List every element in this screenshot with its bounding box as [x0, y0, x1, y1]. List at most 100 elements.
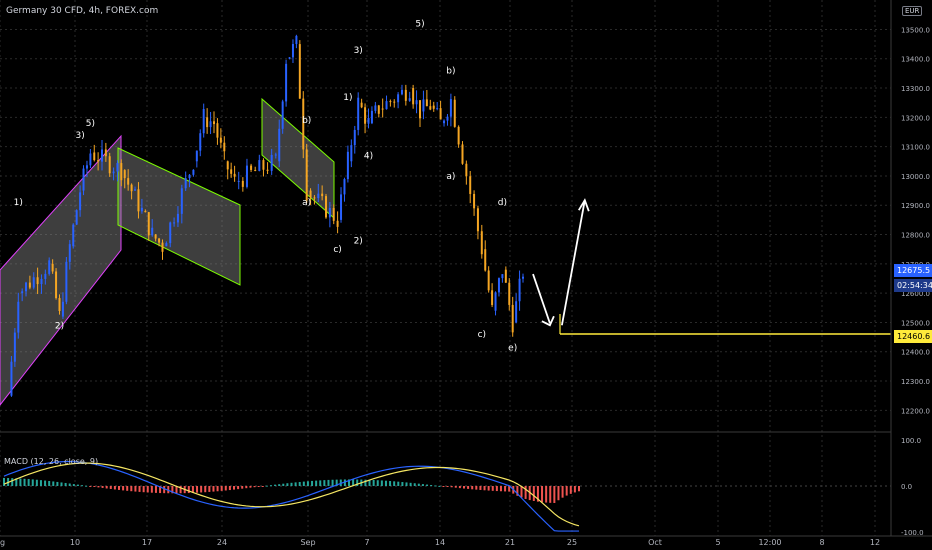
y-tick-label: 13200.0	[901, 114, 930, 122]
macd-indicator-title[interactable]: MACD (12, 26, close, 9)	[4, 457, 98, 466]
candle-body	[147, 212, 150, 236]
candle-body	[55, 271, 58, 299]
candle-body	[226, 161, 229, 170]
macd-histogram-bar	[44, 480, 47, 486]
candle-body	[21, 291, 24, 294]
macd-histogram-bar	[458, 486, 461, 489]
macd-histogram-bar	[389, 481, 392, 486]
macd-histogram-bar	[578, 486, 580, 492]
macd-histogram-bar	[72, 484, 75, 486]
candle-body	[343, 179, 346, 195]
macd-histogram-bar	[224, 486, 227, 491]
x-tick-label: Oct	[648, 538, 662, 547]
wave-label: a)	[302, 198, 311, 208]
candle-body	[36, 277, 39, 285]
candle-body	[328, 207, 331, 218]
candle-body	[353, 129, 356, 146]
candle-body	[415, 100, 418, 105]
wave-label: b)	[302, 116, 311, 126]
candle-body	[202, 109, 205, 134]
candle-body	[419, 100, 421, 119]
macd-histogram-bar	[405, 482, 408, 486]
candle-body	[518, 278, 521, 302]
candle-body	[134, 189, 137, 191]
candle-body	[367, 117, 370, 124]
currency-badge[interactable]: EUR	[902, 6, 923, 16]
macd-histogram-bar	[68, 483, 71, 486]
macd-histogram-bar	[154, 486, 157, 493]
channel-drawings[interactable]	[0, 97, 335, 406]
macd-histogram-bar	[327, 479, 330, 486]
macd-histogram-bar	[109, 486, 112, 489]
macd-histogram-bar	[105, 486, 108, 489]
x-tick-label: 7	[364, 538, 369, 547]
candle-body	[28, 282, 31, 288]
candle-body	[465, 163, 468, 177]
macd-histogram-bar	[237, 486, 240, 490]
macd-histogram-bar	[499, 486, 502, 492]
macd-histogram-bar	[561, 486, 564, 498]
macd-histogram-bar	[138, 486, 141, 492]
candle-body	[487, 270, 490, 291]
wave-label: 4)	[364, 151, 373, 161]
wave-label: 5)	[415, 20, 424, 30]
candle-body	[89, 153, 92, 166]
candle-body	[223, 142, 226, 152]
candle-body	[494, 292, 497, 311]
wave-label: 1)	[343, 93, 352, 103]
y-tick-label: 12200.0	[901, 407, 930, 415]
candle-body	[295, 35, 298, 45]
chart-canvas[interactable]: 1)2)3)5)a)b)c)1)2)3)4)5)a)b)c)d)e) 13500…	[0, 0, 932, 550]
candle-body	[515, 301, 518, 323]
candle-body	[270, 154, 273, 171]
macd-tick-label: 0.0	[901, 483, 912, 491]
macd-histogram-bar	[269, 485, 272, 487]
x-tick-label: ug	[0, 538, 5, 547]
wave-label: 3)	[75, 131, 84, 141]
macd-histogram-bar	[557, 486, 560, 501]
candle-body	[436, 108, 439, 110]
candle-body	[137, 189, 140, 212]
macd-histogram-bar	[278, 484, 281, 486]
macd-histogram-bar	[48, 480, 51, 486]
y-tick-label: 13300.0	[901, 85, 930, 93]
macd-histogram-bar	[249, 486, 252, 488]
macd-histogram-bar	[31, 479, 34, 486]
macd-histogram-bar	[475, 486, 478, 490]
candle-body	[48, 260, 51, 274]
analysis-drawings[interactable]	[532, 198, 891, 335]
macd-histogram-bar	[146, 486, 149, 493]
candle-body	[429, 106, 432, 110]
candle-body	[233, 173, 236, 177]
macd-histogram-bar	[282, 483, 285, 486]
macd-histogram-bar	[11, 478, 14, 486]
grid-lines	[0, 0, 891, 536]
candle-body	[504, 269, 507, 283]
macd-histogram-bar	[430, 485, 433, 487]
macd-histogram-bar	[216, 486, 219, 492]
candle-body	[127, 178, 130, 185]
bar-countdown-badge: 02:54:34	[894, 279, 932, 292]
candle-body	[364, 107, 367, 124]
macd-histogram-bar	[541, 486, 544, 503]
macd-histogram-bar	[454, 486, 457, 488]
macd-histogram-bar	[233, 486, 235, 490]
macd-histogram-bar	[81, 485, 84, 487]
candle-body	[216, 123, 219, 138]
macd-histogram-bar	[384, 480, 387, 486]
macd-histogram-bar	[565, 486, 568, 496]
candle-body	[165, 243, 168, 247]
candle-body	[44, 273, 47, 279]
macd-histogram-bar	[241, 486, 244, 489]
candle-body	[209, 121, 212, 128]
symbol-title[interactable]: Germany 30 CFD, 4h, FOREX.com	[6, 6, 158, 16]
x-tick-label: 10	[70, 538, 80, 547]
candle-body	[461, 144, 464, 164]
macd-histogram-bar	[134, 486, 137, 492]
candle-body	[68, 244, 71, 262]
macd-histogram-bar	[397, 481, 400, 486]
macd-histogram-bar	[401, 482, 404, 486]
candle-body	[393, 101, 396, 103]
y-tick-label: 12300.0	[901, 378, 930, 386]
candle-body	[325, 196, 328, 218]
